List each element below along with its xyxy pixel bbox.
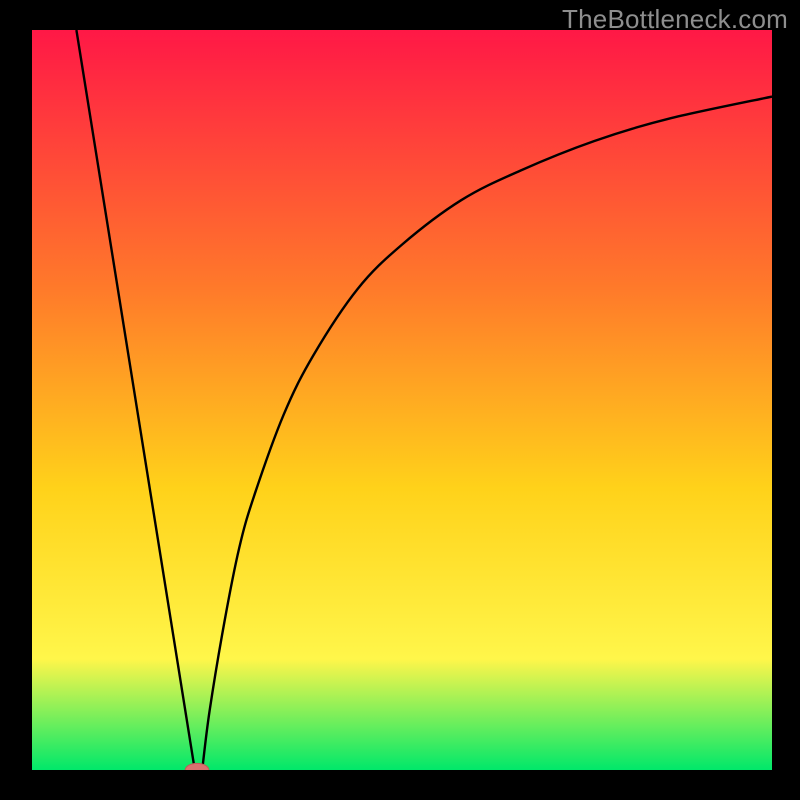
- chart-svg: [32, 30, 772, 770]
- gradient-background: [32, 30, 772, 770]
- plot-area: [32, 30, 772, 770]
- chart-frame: TheBottleneck.com: [0, 0, 800, 800]
